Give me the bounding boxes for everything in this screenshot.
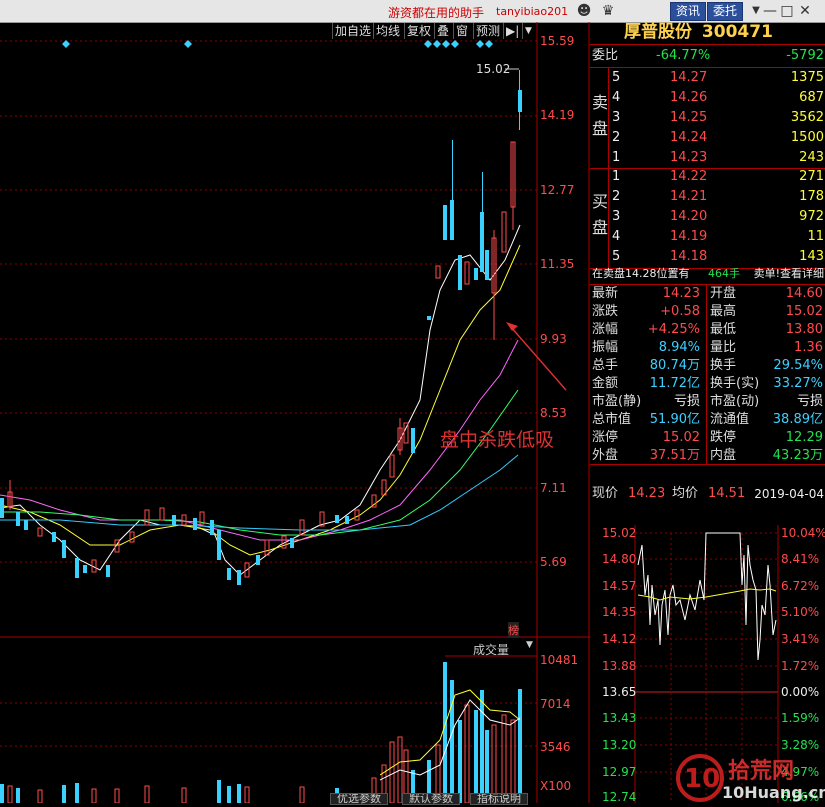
intraday-tick: 14.12 [602, 632, 637, 646]
minimize-icon[interactable]: — [762, 3, 778, 19]
svg-text:10Huang.cn: 10Huang.cn [722, 783, 825, 802]
volume-header[interactable]: 成交量 [473, 641, 509, 658]
shirt-icon[interactable]: ♛ [600, 3, 616, 19]
volume-unit: X100 [540, 779, 572, 793]
tab-indicator-help[interactable]: 指标说明 [470, 793, 528, 805]
sell-level[interactable]: 4 14.26 687 [612, 88, 824, 108]
buy-level[interactable]: 2 14.21 178 [612, 187, 824, 207]
intraday-pct-tick: 1.72% [781, 659, 820, 673]
intraday-tick: 15.02 [602, 526, 637, 540]
stat-row: 涨跌 +0.58 最高 15.02 [592, 304, 823, 319]
intraday-pct-tick: 0.00% [781, 685, 820, 699]
intraday-tick: 14.80 [602, 552, 637, 566]
intraday-avg-line [637, 588, 777, 601]
stat-row: 总手 80.74万 换手 29.54% [592, 358, 823, 373]
annotation-text: 盘中杀跌低吸 [440, 429, 555, 451]
price-grid [0, 40, 537, 747]
intraday-pct-tick: 10.04% [781, 526, 825, 540]
buy-level[interactable]: 3 14.20 972 [612, 207, 824, 227]
weibi-ratio: -64.77% [656, 48, 711, 63]
price-tick: 5.69 [540, 555, 567, 569]
volume-tick: 7014 [540, 697, 571, 711]
stat-row: 金额 11.72亿 换手(实) 33.27% [592, 376, 823, 391]
maximize-icon[interactable]: □ [779, 3, 795, 19]
price-tick: 11.35 [540, 257, 575, 271]
svg-text:10: 10 [684, 764, 720, 794]
stat-row: 总市值 51.90亿 流通值 38.89亿 [592, 412, 823, 427]
average-price: 14.51 [708, 486, 746, 501]
ma-line-4 [0, 389, 519, 536]
buy-level[interactable]: 1 14.22 271 [612, 167, 824, 187]
intraday-tick: 13.43 [602, 711, 637, 725]
buy-side-label: 买盘 [592, 192, 609, 237]
kline-chart[interactable] [0, 22, 590, 803]
intraday-tick: 13.88 [602, 659, 637, 673]
intraday-pct-tick: 5.10% [781, 605, 820, 619]
intraday-tick: 14.57 [602, 579, 637, 593]
title-bar: 游资都在用的助手 tanyibiao201 ☻ ♛ 资讯 委托 ▼ — □ ✕ [0, 0, 825, 23]
stat-row: 振幅 8.94% 量比 1.36 [592, 340, 823, 355]
intraday-pct-tick: 8.41% [781, 552, 820, 566]
volume-tick: 3546 [540, 740, 571, 754]
stat-row: 涨停 15.02 跌停 12.29 [592, 430, 823, 445]
price-tick: 9.93 [540, 332, 567, 346]
watermark-logo: 10 拾荒网 10Huang.cn [660, 740, 825, 803]
weibi-row: 委比 -64.77% -5792 [592, 46, 824, 66]
price-tick: 7.11 [540, 481, 567, 495]
volume-dropdown-icon[interactable]: ▼ [526, 640, 533, 650]
max-price-label: 15.02 [476, 62, 511, 76]
stock-code: 300471 [701, 22, 773, 42]
intraday-pct-tick: 1.59% [781, 711, 820, 725]
price-tick: 14.19 [540, 108, 575, 122]
sell-level[interactable]: 5 14.27 1375 [612, 68, 824, 88]
moving-averages [0, 224, 521, 576]
intraday-tick: 13.20 [602, 738, 637, 752]
intraday-pct-tick: 3.41% [781, 632, 820, 646]
stock-title: 厚普股份 300471 [624, 22, 773, 42]
tab-default-params[interactable]: 默认参数 [402, 793, 460, 805]
intraday-pct-tick: 6.72% [781, 579, 820, 593]
app-title: 游资都在用的助手 [388, 6, 485, 20]
sell-level[interactable]: 2 14.24 1500 [612, 128, 824, 148]
stat-row: 市盈(静) 亏损 市盈(动) 亏损 [592, 394, 823, 409]
buy-orders: 买盘 1 14.22 271 2 14.21 178 3 14.20 972 4 14.19 1… [590, 167, 825, 267]
sell-side-label: 卖盘 [592, 93, 609, 138]
arrow-head [506, 322, 518, 331]
intraday-tick: 12.74 [602, 790, 637, 804]
sell-orders: 卖盘 5 14.27 1375 4 14.26 687 3 14.25 3562 2 14.2… [590, 68, 825, 168]
weibi-diff: -5792 [786, 48, 824, 63]
current-price: 14.23 [628, 486, 666, 501]
tab-preferred-params[interactable]: 优选参数 [330, 793, 388, 805]
user-name: tanyibiao201 [496, 5, 569, 18]
sell-level[interactable]: 3 14.25 3562 [612, 108, 824, 128]
stock-name: 厚普股份 [624, 22, 692, 42]
intraday-tick: 14.35 [602, 605, 637, 619]
ma-line-5 [0, 454, 519, 531]
svg-text:拾荒网: 拾荒网 [728, 758, 794, 784]
ma-line-1 [0, 224, 521, 576]
user-icon[interactable]: ☻ [576, 3, 592, 19]
stat-row: 外盘 37.51万 内盘 43.23万 [592, 448, 823, 463]
stat-row: 涨幅 +4.25% 最低 13.80 [592, 322, 823, 337]
intraday-tick: 13.65 [602, 685, 637, 699]
large-order-notice[interactable]: 在卖盘14.28位置有 464手 卖单!查看详细 [592, 264, 824, 284]
sell-level[interactable]: 1 14.23 243 [612, 148, 824, 168]
list-badge[interactable]: 榜 [508, 622, 519, 638]
close-icon[interactable]: ✕ [797, 3, 813, 19]
volume-bars[interactable] [0, 662, 522, 803]
buy-level[interactable]: 4 14.19 11 [612, 227, 824, 247]
news-button[interactable]: 资讯 [670, 2, 707, 21]
intraday-header: 现价 14.23 均价 14.51 2019-04-04 [592, 484, 824, 504]
order-button[interactable]: 委托 [707, 2, 744, 21]
price-tick: 12.77 [540, 183, 575, 197]
price-tick: 15.59 [540, 34, 575, 48]
watermark-graphic: 10 拾荒网 10Huang.cn [676, 754, 825, 802]
price-tick: 8.53 [540, 406, 567, 420]
intraday-tick: 12.97 [602, 765, 637, 779]
volume-tick: 10481 [540, 653, 579, 667]
chart-date: 2019-04-04 [754, 487, 824, 501]
stat-row: 最新 14.23 开盘 14.60 [592, 286, 823, 301]
